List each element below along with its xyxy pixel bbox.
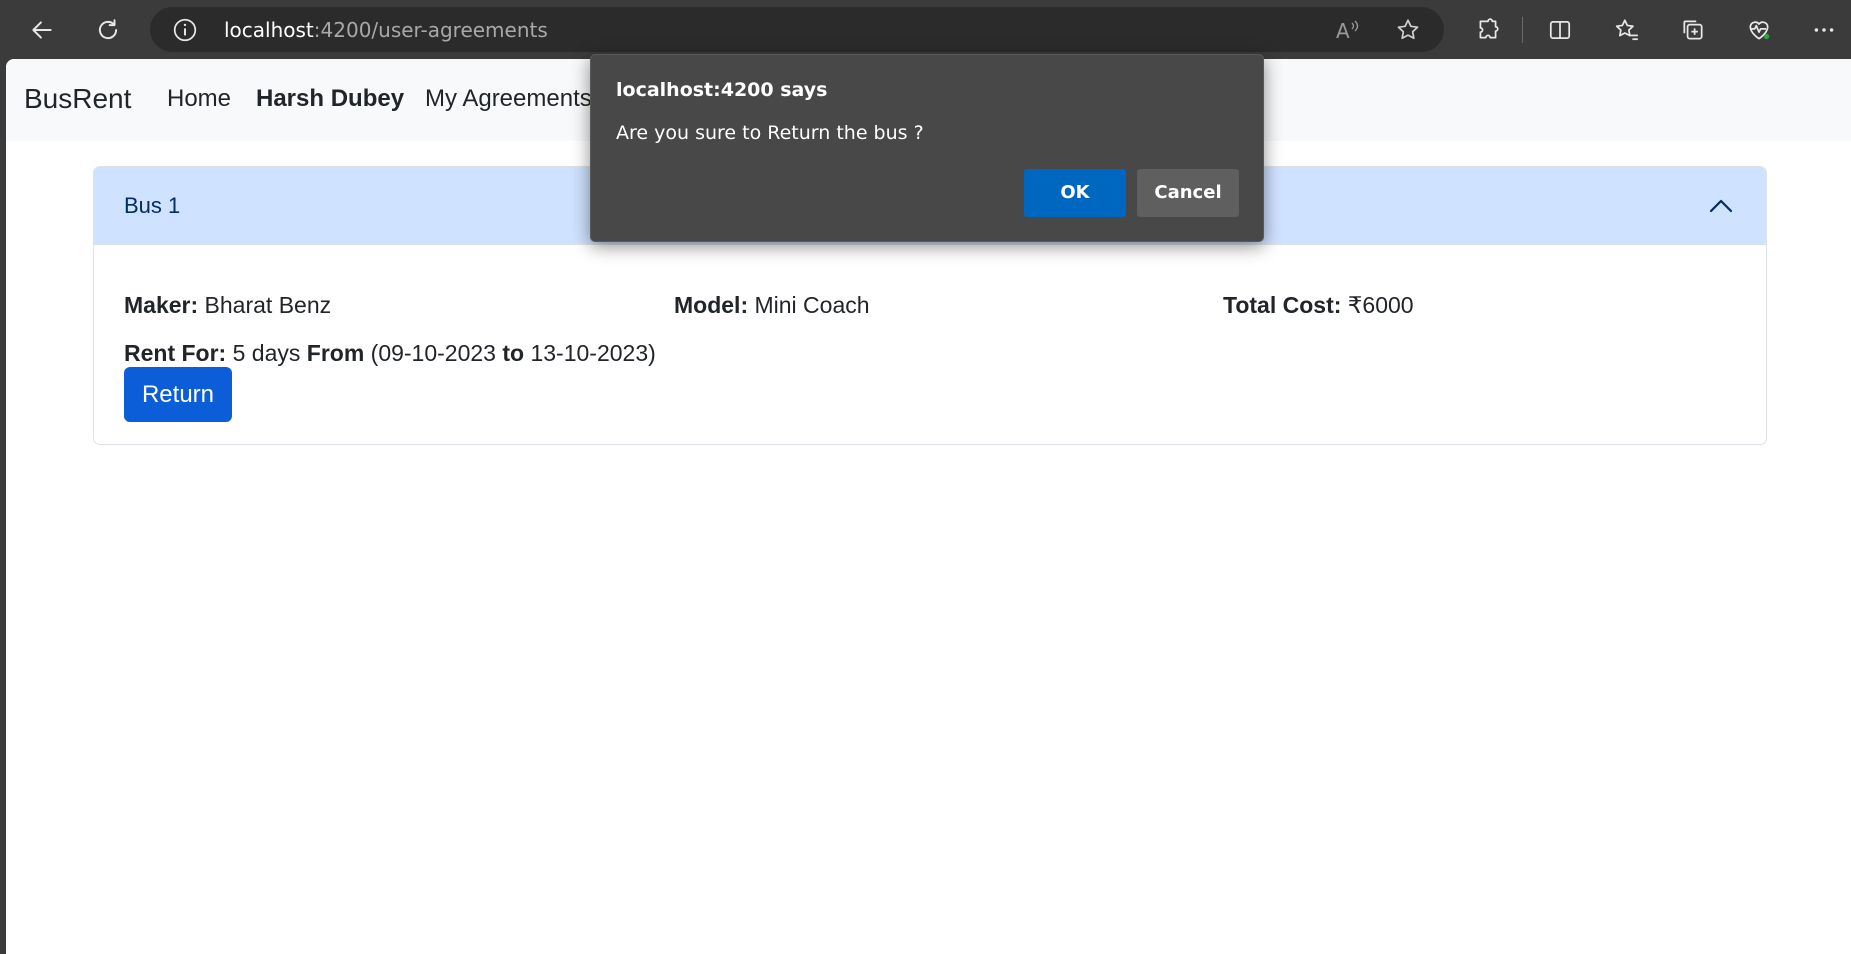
url-text[interactable]: localhost:4200/user-agreements [224,17,548,43]
info-icon[interactable] [172,17,198,43]
rent-period: Rent For: 5 days From (09-10-2023 to 13-… [124,338,656,368]
cancel-button[interactable]: Cancel [1137,169,1239,217]
rent-days: 5 days [232,340,301,366]
maker-label: Maker: [124,292,199,318]
model-field: Model: Mini Coach [674,290,870,320]
rent-label: Rent For: [124,340,227,366]
model-label: Model: [674,292,749,318]
dialog-title: localhost:4200 says [616,79,828,101]
return-button[interactable]: Return [124,367,232,422]
ok-button[interactable]: OK [1024,169,1126,217]
read-aloud-icon[interactable]: A [1334,17,1362,43]
extensions-icon[interactable] [1468,10,1508,50]
svg-text:A: A [1336,19,1350,43]
total-cost-field: Total Cost: ₹6000 [1223,290,1414,320]
browser-toolbar: localhost:4200/user-agreements A [0,0,1851,59]
nav-link-user[interactable]: Harsh Dubey [256,84,404,114]
end-date: 13-10-2023) [530,340,656,366]
dialog-message: Are you sure to Return the bus ? [616,122,924,144]
brand-logo[interactable]: BusRent [24,81,131,117]
nav-link-my-agreements[interactable]: My Agreements [425,84,592,114]
total-cost-value: ₹6000 [1347,292,1414,318]
back-icon[interactable] [22,10,62,50]
favorites-icon[interactable] [1607,10,1647,50]
nav-link-home[interactable]: Home [167,84,231,114]
refresh-icon[interactable] [88,10,128,50]
total-cost-label: Total Cost: [1223,292,1342,318]
model-value: Mini Coach [754,292,870,318]
favorite-star-icon[interactable] [1394,17,1422,43]
start-date: (09-10-2023 [370,340,496,366]
maker-field: Maker: Bharat Benz [124,290,331,320]
confirm-dialog: localhost:4200 says Are you sure to Retu… [590,54,1264,242]
to-label: to [502,340,525,366]
collections-icon[interactable] [1673,10,1713,50]
url-path: :4200/user-agreements [313,18,548,42]
chevron-up-icon[interactable] [1706,191,1736,221]
address-bar[interactable]: localhost:4200/user-agreements A [150,7,1444,52]
toolbar-divider [1522,17,1523,43]
from-label: From [306,340,365,366]
more-icon[interactable] [1804,10,1844,50]
url-host: localhost [224,18,314,42]
bus-title: Bus 1 [124,193,181,218]
maker-value: Bharat Benz [204,292,332,318]
split-screen-icon[interactable] [1540,10,1580,50]
browser-essentials-icon[interactable] [1739,10,1779,50]
